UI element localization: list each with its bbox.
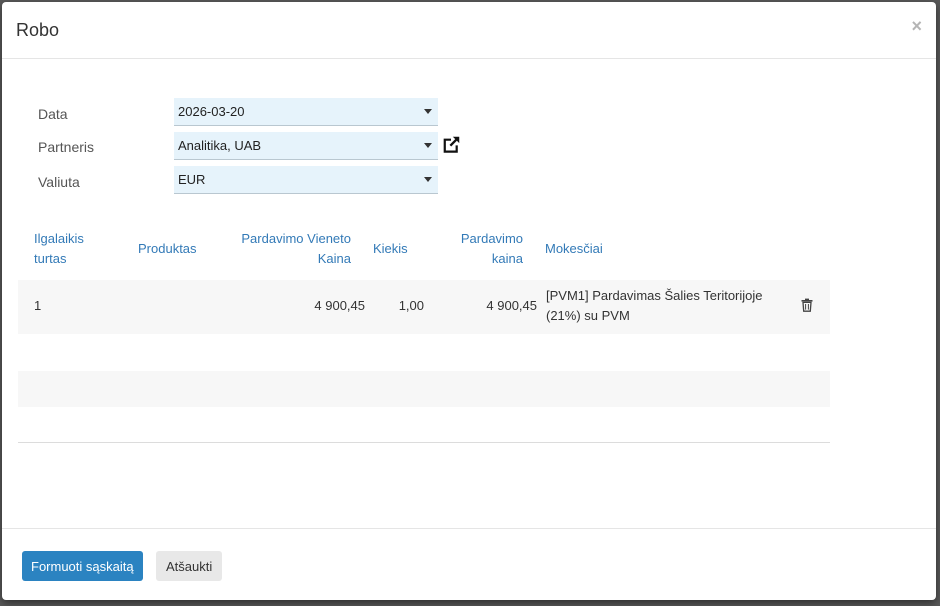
add-line-row[interactable] (18, 371, 830, 407)
caret-down-icon (424, 177, 432, 182)
modal-dialog: Robo × Data 2026-03-20 Partneris Analiti… (2, 2, 936, 600)
modal-footer: Formuoti sąskaitą Atšaukti (2, 528, 936, 600)
column-header-unit-price[interactable]: Pardavimo Vieneto Kaina (228, 229, 351, 269)
create-invoice-button[interactable]: Formuoti sąskaitą (22, 551, 143, 581)
caret-down-icon (424, 143, 432, 148)
column-header-asset[interactable]: Ilgalaikis turtas (34, 229, 84, 269)
cell-taxes: [PVM1] Pardavimas Šalies Teritorijoje (2… (546, 288, 763, 323)
cancel-button[interactable]: Atšaukti (156, 551, 223, 581)
cell-asset: 1 (34, 298, 42, 313)
date-field[interactable]: 2026-03-20 (174, 98, 438, 126)
table-bottom-divider (18, 442, 830, 443)
caret-down-icon (424, 109, 432, 114)
column-header-price[interactable]: Pardavimo kaina (442, 229, 523, 269)
date-value: 2026-03-20 (178, 104, 245, 119)
currency-value: EUR (178, 172, 206, 187)
partner-label: Partneris (38, 139, 95, 155)
modal-title: Robo (16, 20, 60, 40)
column-header-quantity[interactable]: Kiekis (373, 239, 408, 259)
partner-value: Analitika, UAB (178, 138, 262, 153)
modal-header: Robo × (2, 2, 936, 59)
external-link-icon[interactable] (440, 134, 462, 156)
column-header-taxes[interactable]: Mokesčiai (545, 239, 603, 259)
currency-field[interactable]: EUR (174, 166, 438, 194)
cell-price: 4 900,45 (486, 298, 537, 313)
currency-label: Valiuta (38, 174, 80, 190)
close-button[interactable]: × (911, 16, 922, 36)
partner-field[interactable]: Analitika, UAB (174, 132, 438, 160)
column-header-product[interactable]: Produktas (138, 239, 197, 259)
cell-quantity: 1,00 (398, 298, 424, 313)
date-label: Data (38, 106, 68, 122)
cell-unit-price: 4 900,45 (314, 298, 365, 313)
trash-icon[interactable] (800, 298, 814, 312)
